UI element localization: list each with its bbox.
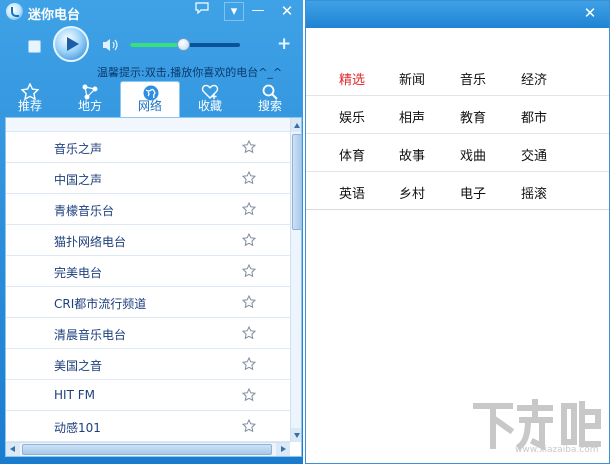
horizontal-scroll-thumb[interactable] (22, 444, 272, 455)
category-item[interactable]: 体育 (332, 145, 372, 164)
close-button[interactable]: ✕ (276, 2, 298, 21)
tab-search[interactable]: 搜索 (240, 81, 300, 117)
category-item[interactable]: 新闻 (392, 69, 432, 88)
station-name: 清晨音乐电台 (54, 328, 127, 342)
volume-knob[interactable] (176, 38, 190, 51)
category-item[interactable]: 电子 (453, 183, 493, 202)
station-row[interactable]: 猫扑网络电台 (6, 225, 290, 256)
category-item[interactable]: 娱乐 (332, 107, 372, 126)
category-item[interactable]: 摇滚 (514, 183, 554, 202)
player-controls: + 温馨提示:双击,播放你喜欢的电台^_^ (0, 24, 303, 80)
station-name: 青檬音乐台 (54, 204, 115, 218)
station-name: 美国之音 (54, 359, 103, 373)
station-name: 中国之声 (54, 173, 103, 187)
category-item[interactable]: 英语 (332, 183, 372, 202)
play-button[interactable] (53, 26, 89, 62)
category-item[interactable]: 乡村 (392, 183, 432, 202)
scroll-left-arrow-icon[interactable] (6, 443, 20, 456)
favorite-star-icon[interactable] (242, 357, 256, 371)
station-name: 猫扑网络电台 (54, 235, 127, 249)
station-row[interactable]: 青檬音乐台 (6, 194, 290, 225)
category-item[interactable]: 音乐 (453, 69, 493, 88)
category-row: 英语 乡村 电子 摇滚 (306, 172, 609, 210)
tab-local[interactable]: 地方 (60, 81, 120, 117)
scroll-right-arrow-icon[interactable] (276, 443, 290, 456)
favorite-star-icon[interactable] (242, 202, 256, 216)
category-grid: 精选 新闻 音乐 经济娱乐 相声 教育 都市体育 故事 戏曲 交通英语 乡村 电子 摇滚 (306, 58, 609, 210)
favorite-star-icon[interactable] (242, 388, 256, 402)
watermark-logo (473, 399, 601, 450)
list-header-strip (6, 118, 290, 132)
favorite-star-icon[interactable] (242, 233, 256, 247)
category-row: 体育 故事 戏曲 交通 (306, 134, 609, 172)
favorite-star-icon[interactable] (242, 264, 256, 278)
tab-label: 网络 (137, 99, 162, 113)
category-close-button[interactable]: ✕ (578, 4, 602, 22)
tab-label: 地方 (77, 99, 102, 113)
app-title: 迷你电台 (28, 8, 81, 23)
tab-favorites[interactable]: 收藏 (180, 81, 240, 117)
station-name: CRI都市流行频道 (54, 297, 147, 311)
volume-slider[interactable] (130, 38, 240, 51)
category-window: ✕ 精选 新闻 音乐 经济娱乐 相声 教育 都市体育 故事 戏曲 交通英语 乡村 电子 摇滚 (305, 0, 610, 464)
station-row[interactable]: 完美电台 (6, 256, 290, 287)
category-item[interactable]: 交通 (514, 145, 554, 164)
category-item[interactable]: 故事 (392, 145, 432, 164)
favorite-star-icon[interactable] (242, 326, 256, 340)
tab-label: 收藏 (197, 99, 222, 113)
scroll-down-arrow-icon[interactable] (291, 428, 301, 442)
station-name: HIT FM (54, 388, 95, 402)
stop-button[interactable] (28, 40, 41, 53)
vertical-scrollbar[interactable] (290, 118, 301, 442)
station-name: 动感101 (54, 421, 101, 435)
station-row[interactable]: CRI都市流行频道 (6, 287, 290, 318)
tab-recommend[interactable]: 推荐 (0, 81, 60, 117)
favorite-star-icon[interactable] (242, 419, 256, 433)
horizontal-scrollbar[interactable] (6, 442, 290, 456)
scroll-up-arrow-icon[interactable] (291, 118, 301, 132)
category-item[interactable]: 经济 (514, 69, 554, 88)
favorite-star-icon[interactable] (242, 171, 256, 185)
tab-bar: 推荐 地方 网络 收藏 搜索 (0, 81, 303, 117)
tab-label: 推荐 (17, 99, 42, 113)
volume-icon[interactable] (101, 37, 121, 53)
watermark-url: www.xiazaiba.com (515, 445, 599, 455)
favorite-star-icon[interactable] (242, 295, 256, 309)
title-bar[interactable]: 迷你电台 ▾ — ✕ (0, 0, 303, 24)
station-list: 音乐之声中国之声青檬音乐台猫扑网络电台 完美电台 CRI都市流行频道 清晨音乐电台 美国… (6, 132, 290, 442)
add-button[interactable]: + (277, 34, 291, 54)
vertical-scroll-thumb[interactable] (292, 134, 301, 230)
station-row[interactable]: 美国之音 (6, 349, 290, 380)
station-row[interactable]: 音乐之声 (6, 132, 290, 163)
category-item[interactable]: 教育 (453, 107, 493, 126)
category-item[interactable]: 精选 (332, 69, 372, 88)
category-item[interactable]: 相声 (392, 107, 432, 126)
chat-icon[interactable] (192, 2, 212, 21)
category-item[interactable]: 戏曲 (453, 145, 493, 164)
tab-label: 搜索 (257, 99, 282, 113)
favorite-star-icon[interactable] (242, 140, 256, 154)
category-title-bar[interactable]: ✕ (306, 1, 609, 28)
station-row[interactable]: 中国之声 (6, 163, 290, 194)
category-item[interactable]: 都市 (514, 107, 554, 126)
tip-text: 温馨提示:双击,播放你喜欢的电台^_^ (97, 66, 283, 79)
station-row[interactable]: HIT FM (6, 380, 290, 411)
category-row: 娱乐 相声 教育 都市 (306, 96, 609, 134)
volume-level-fill (130, 43, 183, 47)
menu-button[interactable]: ▾ (224, 2, 244, 21)
station-row[interactable]: 动感101 (6, 411, 290, 442)
radio-player-window: 迷你电台 ▾ — ✕ + 温馨提示:双击,播放你喜欢的电台^_^ 推荐 地方 网… (0, 0, 303, 464)
app-logo-icon (6, 3, 23, 20)
minimize-button[interactable]: — (248, 2, 268, 21)
category-row: 精选 新闻 音乐 经济 (306, 58, 609, 96)
tab-network[interactable]: 网络 (120, 81, 180, 117)
station-list-panel: 音乐之声中国之声青檬音乐台猫扑网络电台 完美电台 CRI都市流行频道 清晨音乐电台 美国… (5, 117, 302, 457)
station-name: 完美电台 (54, 266, 103, 280)
station-name: 音乐之声 (54, 142, 103, 156)
station-row[interactable]: 清晨音乐电台 (6, 318, 290, 349)
